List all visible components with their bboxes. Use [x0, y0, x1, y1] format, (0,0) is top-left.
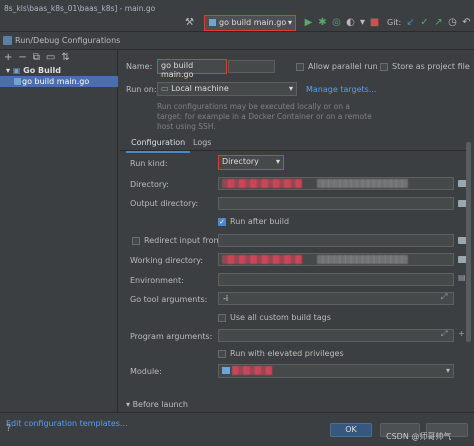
- program-args-input[interactable]: [218, 329, 454, 342]
- name-input[interactable]: go build main.go: [157, 59, 227, 79]
- expand-icon[interactable]: ⤢: [441, 292, 447, 302]
- add-icon[interactable]: +: [4, 52, 12, 63]
- name-label: Name:: [126, 62, 153, 71]
- profile-icon[interactable]: ◐: [345, 17, 356, 28]
- chevron-down-icon: ▾: [287, 18, 292, 27]
- debug-icon[interactable]: ✱: [317, 17, 328, 28]
- run-on-label: Run on:: [126, 85, 157, 94]
- before-launch-label: Before launch: [132, 400, 188, 409]
- sort-icon[interactable]: ⇅: [61, 52, 69, 63]
- store-project-checkbox[interactable]: [380, 63, 388, 71]
- redacted-path: ▒▒▒▒▒▒▒▒▒▒▒▒▒▒▒▒: [317, 255, 408, 264]
- add-icon[interactable]: +: [458, 329, 465, 338]
- ok-button[interactable]: OK: [330, 423, 372, 437]
- git-push-icon[interactable]: ↗: [433, 17, 444, 28]
- use-all-tags-checkbox[interactable]: [218, 314, 226, 322]
- redacted-path: ▒▓▒▓▒▓▒▓▒▓▒▓▒▓: [222, 179, 302, 188]
- app-icon: [3, 36, 12, 45]
- dialog-title-bar: Run/Debug Configurations: [0, 32, 474, 50]
- redacted-path: ▒▓▒▓▒▓▒▓▒▓▒▓▒▓: [222, 255, 302, 264]
- window-title: 8s_kls\baas_k8s_01\baas_k8s] - main.go: [4, 4, 156, 13]
- run-on-value: Local machine: [171, 84, 229, 93]
- module-label: Module:: [130, 367, 162, 376]
- environment-label: Environment:: [130, 276, 184, 285]
- directory-label: Directory:: [130, 180, 169, 189]
- elevated-checkbox[interactable]: [218, 350, 226, 358]
- output-dir-label: Output directory:: [130, 199, 199, 208]
- module-icon: [222, 367, 230, 374]
- module-select[interactable]: ▓▒▓▒▓▒▓ ▾: [218, 364, 454, 378]
- more-run-icon[interactable]: ▾: [357, 17, 368, 28]
- allow-parallel-checkbox[interactable]: [296, 63, 304, 71]
- tree-group-label: Go Build: [23, 66, 62, 75]
- run-after-build-label: Run after build: [230, 217, 290, 226]
- edit-env-icon[interactable]: ▤: [458, 273, 466, 282]
- build-hammer-icon[interactable]: ⚒: [184, 17, 195, 28]
- git-update-icon[interactable]: ↙: [405, 17, 416, 28]
- config-tree-panel: + − ⧉ ▭ ⇅ ▾ ▣ Go Build go build main.go Edit…: [0, 50, 128, 428]
- before-launch-section[interactable]: ▾ Before launch: [126, 400, 188, 409]
- run-after-build-checkbox[interactable]: ✓: [218, 218, 226, 226]
- tabs-divider: [120, 150, 468, 151]
- tab-logs[interactable]: Logs: [193, 138, 211, 147]
- elevated-label: Run with elevated privileges: [230, 349, 344, 358]
- run-kind-label: Run kind:: [130, 159, 168, 168]
- tree-toolbar: + − ⧉ ▭ ⇅: [4, 52, 76, 64]
- go-build-icon: ▣: [12, 66, 24, 75]
- tree-item-label: go build main.go: [22, 77, 90, 86]
- run-kind-value: Directory: [222, 157, 259, 166]
- stop-icon[interactable]: ■: [369, 17, 380, 28]
- tree-item-go-build-main[interactable]: go build main.go: [0, 76, 118, 87]
- go-tool-args-input[interactable]: -i: [218, 292, 454, 305]
- expand-icon[interactable]: ⤢: [441, 329, 447, 339]
- run-config-selector[interactable]: go build main.go ▾: [204, 15, 296, 31]
- environment-input[interactable]: [218, 273, 454, 286]
- git-commit-icon[interactable]: ✓: [419, 17, 430, 28]
- run-config-label: go build main.go: [219, 18, 287, 27]
- chevron-down-icon: ▾: [275, 157, 280, 166]
- redacted-path: ▒▒▒▒▒▒▒▒▒▒▒▒▒▒▒▒: [317, 179, 408, 188]
- watermark: CSDN @师哥帅气: [386, 432, 452, 441]
- git-label: Git:: [387, 18, 402, 27]
- go-tool-args-label: Go tool arguments:: [130, 295, 208, 304]
- run-debug-dialog: Run/Debug Configurations + − ⧉ ▭ ⇅ ▾ ▣ Go Bu…: [0, 32, 474, 446]
- chevron-down-icon: ▾: [445, 366, 450, 375]
- go-file-icon: [14, 78, 21, 85]
- redirect-input-field[interactable]: [218, 234, 454, 247]
- redirect-input-checkbox[interactable]: [132, 237, 140, 245]
- run-kind-select[interactable]: Directory ▾: [218, 155, 284, 170]
- folder-icon[interactable]: ▭: [46, 52, 55, 63]
- run-on-hint: Run configurations may be executed local…: [157, 102, 372, 131]
- git-history-icon[interactable]: ◷: [447, 17, 458, 28]
- go-file-icon: [209, 19, 216, 26]
- coverage-icon[interactable]: ◎: [331, 17, 342, 28]
- use-all-tags-label: Use all custom build tags: [230, 313, 331, 322]
- directory-input[interactable]: ▒▓▒▓▒▓▒▓▒▓▒▓▒▓ ▒▒▒▒▒▒▒▒▒▒▒▒▒▒▒▒: [218, 177, 454, 190]
- chevron-down-icon: ▾: [6, 66, 13, 75]
- redacted-module: ▓▒▓▒▓▒▓: [232, 366, 272, 375]
- monitor-icon: ▭: [161, 84, 172, 93]
- git-rollback-icon[interactable]: ↶: [461, 17, 472, 28]
- chevron-down-icon: ▾: [288, 84, 293, 93]
- ide-toolbar: 8s_kls\baas_k8s_01\baas_k8s] - main.go ⚒…: [0, 0, 474, 32]
- store-project-label: Store as project file: [392, 62, 470, 71]
- edit-templates-link[interactable]: Edit configuration templates...: [6, 419, 128, 428]
- run-icon[interactable]: ▶: [303, 17, 314, 28]
- output-dir-input[interactable]: [218, 197, 454, 210]
- program-args-label: Program arguments:: [130, 332, 213, 341]
- tree-group-go-build[interactable]: ▾ ▣ Go Build: [6, 66, 61, 75]
- working-dir-input[interactable]: ▒▓▒▓▒▓▒▓▒▓▒▓▒▓ ▒▒▒▒▒▒▒▒▒▒▒▒▒▒▒▒: [218, 253, 454, 266]
- manage-targets-link[interactable]: Manage targets...: [306, 85, 376, 94]
- dialog-title: Run/Debug Configurations: [15, 36, 121, 45]
- remove-icon[interactable]: −: [18, 52, 26, 63]
- name-input-rest[interactable]: [228, 60, 275, 73]
- allow-parallel-label: Allow parallel run: [308, 62, 378, 71]
- copy-icon[interactable]: ⧉: [33, 52, 40, 63]
- run-on-select[interactable]: ▭ Local machine ▾: [157, 82, 297, 96]
- help-icon[interactable]: ?: [6, 423, 11, 434]
- bottom-divider: [0, 412, 474, 413]
- redirect-input-label: Redirect input from:: [144, 236, 224, 245]
- working-dir-label: Working directory:: [130, 256, 204, 265]
- scrollbar[interactable]: [466, 142, 471, 342]
